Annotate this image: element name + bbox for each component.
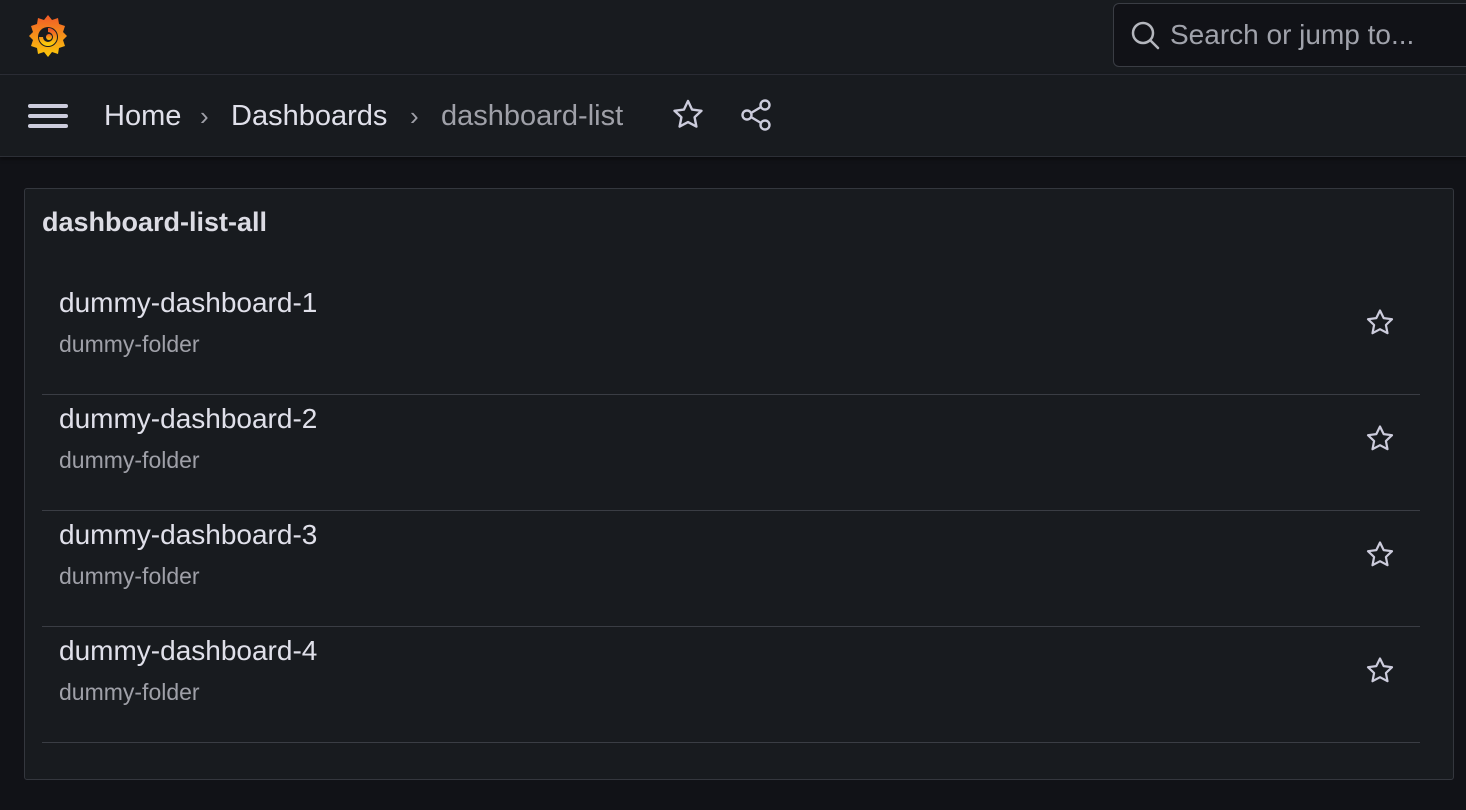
list-item[interactable]: dummy-dashboard-2 dummy-folder bbox=[42, 395, 1420, 511]
folder-name: dummy-folder bbox=[59, 331, 200, 357]
search-input[interactable] bbox=[1170, 19, 1466, 51]
list-item[interactable]: dummy-dashboard-1 dummy-folder bbox=[42, 279, 1420, 395]
dashboard-title[interactable]: dummy-dashboard-4 bbox=[59, 635, 317, 667]
search-box[interactable] bbox=[1113, 3, 1466, 67]
folder-name: dummy-folder bbox=[59, 447, 200, 473]
dashboard-list: dummy-dashboard-1 dummy-folder dummy-das… bbox=[42, 279, 1420, 743]
top-bar bbox=[0, 0, 1466, 75]
list-item[interactable]: dummy-dashboard-4 dummy-folder bbox=[42, 627, 1420, 743]
share-icon[interactable] bbox=[739, 98, 773, 132]
breadcrumb-bar: Home › Dashboards › dashboard-list bbox=[0, 75, 1466, 157]
search-icon bbox=[1130, 20, 1160, 50]
chevron-right-icon: › bbox=[200, 101, 209, 131]
menu-toggle-button[interactable] bbox=[26, 98, 70, 134]
breadcrumb-dashboards[interactable]: Dashboards bbox=[231, 99, 387, 133]
dashboard-title[interactable]: dummy-dashboard-3 bbox=[59, 519, 317, 551]
dashboard-title[interactable]: dummy-dashboard-2 bbox=[59, 403, 317, 435]
hamburger-menu-icon bbox=[28, 104, 68, 108]
breadcrumb-home[interactable]: Home bbox=[104, 99, 181, 133]
star-icon[interactable] bbox=[1365, 656, 1395, 686]
dashboard-list-panel: dashboard-list-all dummy-dashboard-1 dum… bbox=[24, 188, 1454, 780]
panel-title: dashboard-list-all bbox=[42, 207, 268, 237]
list-item[interactable]: dummy-dashboard-3 dummy-folder bbox=[42, 511, 1420, 627]
chevron-right-icon: › bbox=[410, 101, 419, 131]
folder-name: dummy-folder bbox=[59, 679, 200, 705]
star-icon[interactable] bbox=[671, 98, 705, 132]
folder-name: dummy-folder bbox=[59, 563, 200, 589]
breadcrumb-current: dashboard-list bbox=[441, 100, 624, 132]
star-icon[interactable] bbox=[1365, 308, 1395, 338]
star-icon[interactable] bbox=[1365, 540, 1395, 570]
dashboard-title[interactable]: dummy-dashboard-1 bbox=[59, 287, 317, 319]
grafana-logo-icon[interactable] bbox=[24, 12, 72, 60]
star-icon[interactable] bbox=[1365, 424, 1395, 454]
